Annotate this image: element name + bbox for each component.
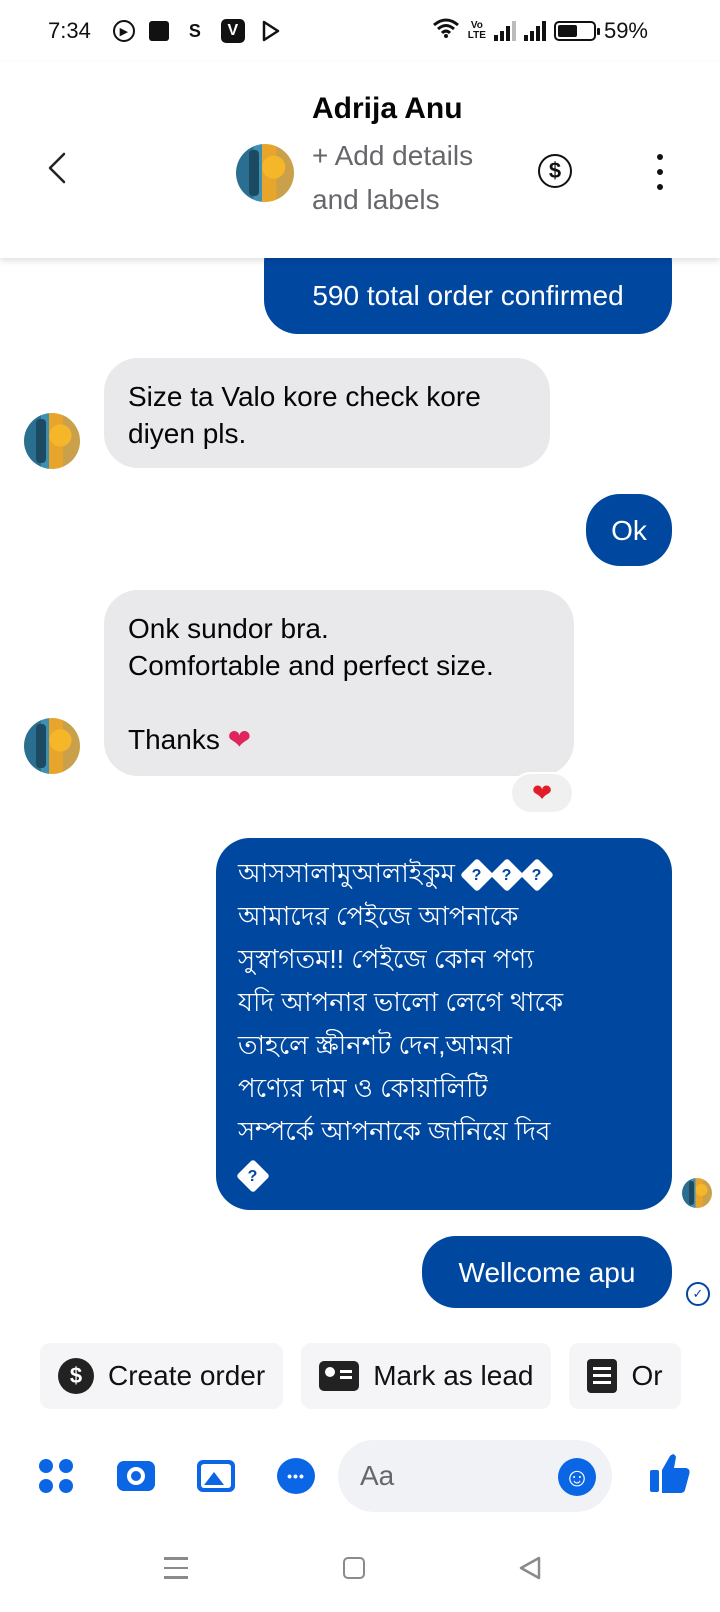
- sender-avatar: [24, 718, 80, 774]
- message-text-line: Thanks: [128, 724, 220, 755]
- battery-percent: 59%: [603, 18, 648, 43]
- order-list-chip[interactable]: Or: [569, 1343, 681, 1409]
- list-icon: [587, 1359, 618, 1393]
- triangle-back-icon: [519, 1556, 541, 1580]
- home-button[interactable]: [334, 1548, 374, 1588]
- notification-square-icon: [148, 21, 169, 41]
- quick-actions-bar: $ Create order Mark as lead Or: [40, 1343, 681, 1409]
- heart-reaction[interactable]: ❤: [510, 772, 574, 814]
- message-input[interactable]: [360, 1460, 530, 1492]
- message-text-line: আসসালামুআলাইকুম: [238, 858, 455, 888]
- replacement-glyph-icon: ?: [490, 858, 525, 893]
- replacement-glyph-icon: ?: [460, 858, 495, 893]
- back-button[interactable]: [40, 150, 76, 186]
- message-text-line: Onk sundor bra.: [128, 613, 329, 644]
- chip-label: Or: [631, 1360, 663, 1391]
- more-options-button[interactable]: [650, 154, 670, 190]
- menu-icon: [164, 1557, 188, 1579]
- chip-label: Mark as lead: [373, 1360, 534, 1391]
- payment-button[interactable]: $: [538, 154, 572, 188]
- heart-icon: ❤: [531, 779, 553, 807]
- home-icon: [343, 1557, 365, 1579]
- message-text-line: সুস্বাগতম!! পেইজে কোন পণ্য: [238, 944, 534, 974]
- volte-line2: LTE: [467, 30, 486, 41]
- gallery-button[interactable]: [196, 1456, 236, 1496]
- replacement-glyph-icon: ?: [520, 858, 555, 893]
- conversation-header: Adrija Anu + Add details and labels $: [0, 62, 720, 258]
- delivered-check-icon: ✓: [686, 1282, 710, 1306]
- apps-grid-icon: [39, 1459, 73, 1493]
- outgoing-message[interactable]: Ok: [586, 494, 672, 566]
- message-text: Ok: [611, 514, 647, 546]
- message-text-line: সম্পর্কে আপনাকে জানিয়ে দিব: [238, 1116, 551, 1146]
- camera-icon: [117, 1461, 155, 1491]
- dollar-icon: $: [58, 1358, 94, 1394]
- message-text-line: আমাদের পেইজে আপনাকে: [238, 901, 519, 931]
- incoming-message[interactable]: Size ta Valo kore check kore diyen pls.: [104, 358, 550, 468]
- chat-bubble-icon: •••: [277, 1458, 315, 1494]
- recents-button[interactable]: [156, 1548, 196, 1588]
- back-nav-button[interactable]: [510, 1548, 550, 1588]
- message-text: Size ta Valo kore check kore diyen pls.: [128, 381, 481, 449]
- message-text: 590 total order confirmed: [312, 280, 624, 311]
- battery-icon: [553, 21, 600, 41]
- more-actions-button[interactable]: [36, 1456, 76, 1496]
- signal-1-icon: [493, 21, 516, 41]
- message-text-line: Comfortable and perfect size.: [128, 650, 494, 681]
- emoji-button[interactable]: ☺: [558, 1458, 596, 1496]
- mark-as-lead-chip[interactable]: Mark as lead: [301, 1343, 552, 1409]
- status-time: 7:34: [48, 18, 91, 43]
- status-bar: 7:34 ▶ S V Vo LTE 59%: [0, 0, 720, 62]
- contact-card-icon: [319, 1361, 360, 1391]
- add-details-link[interactable]: + Add details and labels: [312, 134, 502, 222]
- wifi-icon: [432, 17, 460, 45]
- dollar-icon: $: [548, 158, 562, 183]
- v-icon: V: [220, 19, 245, 43]
- message-text-line: যদি আপনার ভালো লেগে থাকে: [238, 987, 564, 1017]
- focus-mode-icon: ▶: [112, 20, 135, 42]
- saved-replies-button[interactable]: •••: [276, 1456, 316, 1496]
- message-text: Wellcome apu: [458, 1256, 636, 1288]
- chip-label: Create order: [108, 1360, 266, 1391]
- contact-name[interactable]: Adrija Anu: [312, 92, 463, 126]
- incoming-message[interactable]: Onk sundor bra. Comfortable and perfect …: [104, 590, 574, 776]
- system-navigation-bar: [0, 1532, 720, 1612]
- outgoing-message[interactable]: আসসালামুআলাইকুম ??? আমাদের পেইজে আপনাকে …: [216, 838, 672, 1210]
- message-text-line: তাহলে স্ক্রীনশট দেন,আমরা: [238, 1030, 513, 1060]
- image-icon: [197, 1460, 235, 1492]
- message-text-line: পণ্যের দাম ও কোয়ালিটি: [238, 1073, 488, 1103]
- message-composer: ••• ☺: [0, 1436, 720, 1516]
- contact-avatar[interactable]: [236, 144, 294, 202]
- s-icon: S: [188, 20, 201, 41]
- play-store-icon: [259, 19, 283, 43]
- dot-icon: [657, 154, 663, 160]
- seen-receipt-avatar: [682, 1178, 712, 1208]
- replacement-glyph-icon: ?: [236, 1159, 270, 1194]
- outgoing-message[interactable]: Wellcome apu: [422, 1236, 672, 1308]
- chevron-left-icon: [48, 152, 66, 184]
- message-input-box[interactable]: ☺: [338, 1440, 612, 1512]
- volte-icon: Vo LTE: [468, 21, 486, 41]
- signal-2-icon: [523, 21, 546, 41]
- dot-icon: [657, 169, 663, 175]
- like-button[interactable]: [648, 1450, 692, 1496]
- sender-avatar: [24, 413, 80, 469]
- heart-emoji: ❤: [227, 724, 252, 755]
- camera-button[interactable]: [116, 1456, 156, 1496]
- create-order-chip[interactable]: $ Create order: [40, 1343, 284, 1409]
- dot-icon: [657, 184, 663, 190]
- thumbs-up-icon: [650, 1454, 690, 1493]
